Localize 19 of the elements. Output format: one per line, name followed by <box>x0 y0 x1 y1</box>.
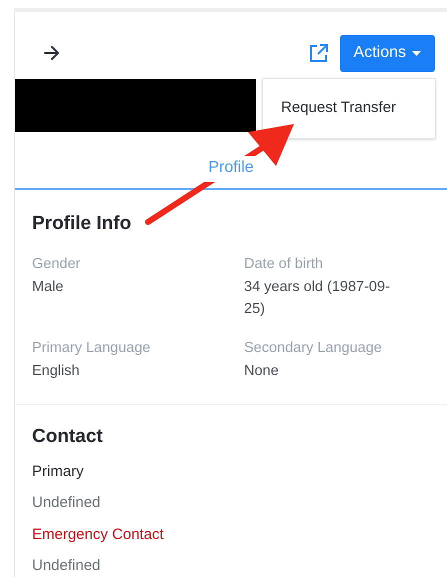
section-heading: Profile Info <box>32 212 132 236</box>
caret-icon <box>412 50 421 56</box>
menu-item[interactable]: Request Transfer <box>263 97 435 120</box>
external-link-icon[interactable] <box>308 44 328 63</box>
contact-value: Undefined <box>32 492 102 512</box>
actions-button[interactable]: Actions <box>340 34 435 72</box>
contact-value: Undefined <box>32 556 102 576</box>
contact-label: Emergency Contact <box>32 525 165 545</box>
field-label: Date of birth <box>244 255 324 274</box>
contact-label: Primary <box>32 462 85 482</box>
right-arrow-icon[interactable] <box>44 46 60 60</box>
field-value: English <box>32 362 81 380</box>
field-value: 34 years old (1987-09-25) <box>244 278 391 319</box>
field-value: None <box>244 362 280 380</box>
field-label: Gender <box>32 255 82 274</box>
field-label: Primary Language <box>32 338 152 358</box>
field-label: Secondary Language <box>244 338 383 358</box>
section-heading: Contact <box>32 424 104 448</box>
field-value: Male <box>32 278 64 297</box>
